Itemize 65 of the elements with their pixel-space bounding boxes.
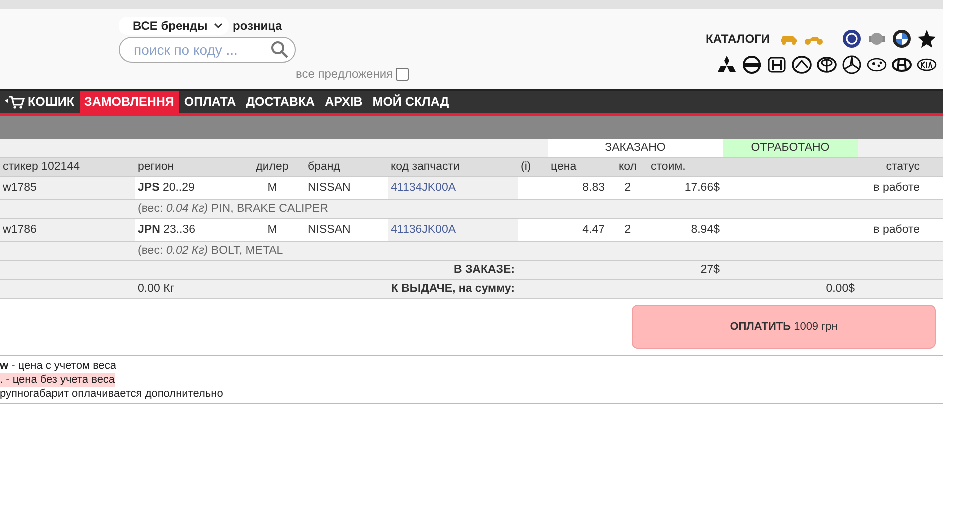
nav-tab[interactable]: АРХІВ: [320, 91, 368, 113]
emblem-icon[interactable]: [767, 55, 787, 75]
part-description: (вес: 0.02 Кг) BOLT, METAL: [137, 244, 284, 259]
search-box[interactable]: поиск по коду ...: [119, 37, 296, 63]
region-cell-text: JPS 20..29: [137, 181, 196, 196]
emblem-icon[interactable]: [892, 29, 912, 49]
search-input[interactable]: поиск по коду ...: [132, 41, 266, 59]
order-total-label: В ЗАКАЗЕ:: [452, 263, 516, 278]
weight-total: 0.00 Кг: [137, 282, 176, 297]
catalogs-label: КАТАЛОГИ: [706, 32, 770, 46]
part-description: (вес: 0.04 Кг) PIN, BRAKE CALIPER: [137, 202, 330, 217]
column-header: стоим.: [650, 160, 687, 175]
price-cell-text: 4.47: [582, 223, 606, 238]
chevron-icon: [214, 23, 223, 29]
all-offers-label: все предложения: [296, 67, 394, 81]
column-header: дилер: [255, 160, 290, 175]
emblem-icon[interactable]: [842, 55, 862, 75]
processed-group-header: ОТРАБОТАНО: [723, 139, 858, 157]
column-header: бранд: [307, 160, 342, 175]
search-icon[interactable]: [271, 41, 289, 59]
order-total-value: 27$: [700, 263, 721, 278]
column-header: цена: [550, 160, 578, 175]
column-header: кол: [618, 160, 638, 175]
cost-cell-text: 8.94$: [690, 223, 721, 238]
sticker-cell: w1785: [0, 177, 135, 199]
all-offers-checkbox[interactable]: [396, 68, 410, 80]
legend-note: рупногабарит оплачивается дополнительно: [0, 387, 224, 401]
issue-total-label: К ВЫДАЧЕ, на сумму:: [390, 282, 516, 297]
cart-icon: [5, 95, 25, 109]
nav-tab[interactable]: ОПЛАТА: [179, 91, 242, 113]
nav-tab[interactable]: МОЙ СКЛАД: [368, 91, 454, 113]
emblem-icon[interactable]: [742, 55, 762, 75]
status-cell-text: в работе: [872, 181, 921, 196]
nav-tab[interactable]: КОШИК: [0, 91, 80, 113]
sticker-cell: w1786: [0, 219, 135, 241]
nav-tab[interactable]: ЗАМОВЛЕННЯ: [80, 91, 180, 113]
quantity-cell-text: 2: [624, 181, 632, 196]
cost-cell-text: 17.66$: [684, 181, 721, 196]
brand-select[interactable]: ВСЕ бренды: [119, 17, 229, 35]
ordered-group-header: ЗАКАЗАНО: [548, 139, 723, 157]
status-cell-text: в работе: [872, 223, 921, 238]
star-emblem-icon[interactable]: [917, 29, 937, 49]
nav-tab[interactable]: ДОСТАВКА: [241, 91, 320, 113]
dealer-cell-text: M: [266, 223, 278, 238]
column-header: код запчасти: [390, 160, 461, 175]
region-cell-text: JPN 23..36: [137, 223, 197, 238]
diamonds-emblem-icon[interactable]: [717, 55, 737, 75]
emblem-icon[interactable]: [817, 55, 837, 75]
quantity-cell-text: 2: [624, 223, 632, 238]
brand-cell-text: NISSAN: [307, 181, 352, 196]
issue-total-value: 0.00$: [825, 282, 856, 297]
emblem-icon[interactable]: [792, 55, 812, 75]
pay-button[interactable]: ОПЛАТИТЬ 1009 грн: [632, 305, 936, 349]
column-header: статус: [885, 160, 921, 175]
legend-note: . - цена без учета веса: [0, 373, 116, 387]
column-header: стикер 102144: [2, 160, 81, 175]
price-cell-text: 8.83: [582, 181, 606, 196]
price-type-label: розница: [233, 19, 282, 33]
emblem-icon[interactable]: [892, 55, 912, 75]
brand-cell-text: NISSAN: [307, 223, 352, 238]
emblem-icon[interactable]: [842, 29, 862, 49]
column-header: регион: [137, 160, 176, 175]
legend-note: w - цена с учетом веса: [0, 359, 117, 373]
column-header: (i): [520, 160, 532, 175]
dealer-cell-text: M: [266, 181, 278, 196]
